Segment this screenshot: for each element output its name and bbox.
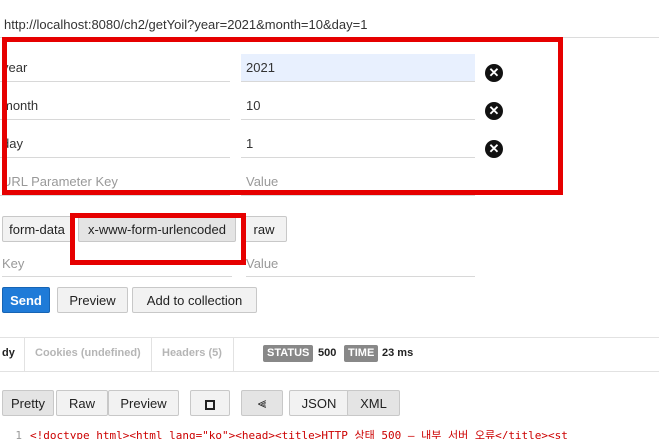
wrap-toggle-button[interactable]: ⫷ <box>241 390 283 416</box>
tab-separator <box>233 338 234 371</box>
response-code-line: 1 <!doctype html><html lang="ko"><head><t… <box>0 427 659 439</box>
tab-form-data[interactable]: form-data <box>2 216 72 242</box>
line-number: 1 <box>15 429 22 439</box>
response-tabs-bottom-border <box>0 371 659 372</box>
tab-cookies[interactable]: Cookies (undefined) <box>35 347 141 359</box>
fullscreen-button[interactable] <box>190 390 230 416</box>
params-highlight-box <box>2 37 563 195</box>
json-button[interactable]: JSON <box>289 390 349 416</box>
time-badge: TIME <box>344 345 379 362</box>
tab-separator <box>24 338 25 371</box>
send-button[interactable]: Send <box>2 287 50 313</box>
tab-separator <box>151 338 152 371</box>
pretty-button[interactable]: Pretty <box>2 390 54 416</box>
add-to-collection-button[interactable]: Add to collection <box>132 287 257 313</box>
response-time: 23 ms <box>382 347 414 359</box>
raw-button[interactable]: Raw <box>56 390 108 416</box>
body-value-input[interactable]: Value <box>246 253 475 277</box>
preview-button[interactable]: Preview <box>57 287 128 313</box>
response-tabs-top-border <box>0 337 659 338</box>
xml-button[interactable]: XML <box>347 390 400 416</box>
fullscreen-icon <box>205 399 215 410</box>
wrap-lines-icon: ⫷ <box>257 395 267 412</box>
request-url[interactable]: http://localhost:8080/ch2/getYoil?year=2… <box>4 17 367 32</box>
code-text: <!doctype html><html lang="ko"><head><ti… <box>30 429 568 439</box>
tab-body[interactable]: dy <box>2 347 15 359</box>
preview-view-button[interactable]: Preview <box>108 390 179 416</box>
status-code: 500 <box>318 347 337 359</box>
status-badge: STATUS <box>263 345 314 362</box>
body-key-input[interactable]: Key <box>2 253 232 277</box>
tab-headers[interactable]: Headers (5) <box>162 347 222 359</box>
tab-raw[interactable]: raw <box>241 216 287 242</box>
